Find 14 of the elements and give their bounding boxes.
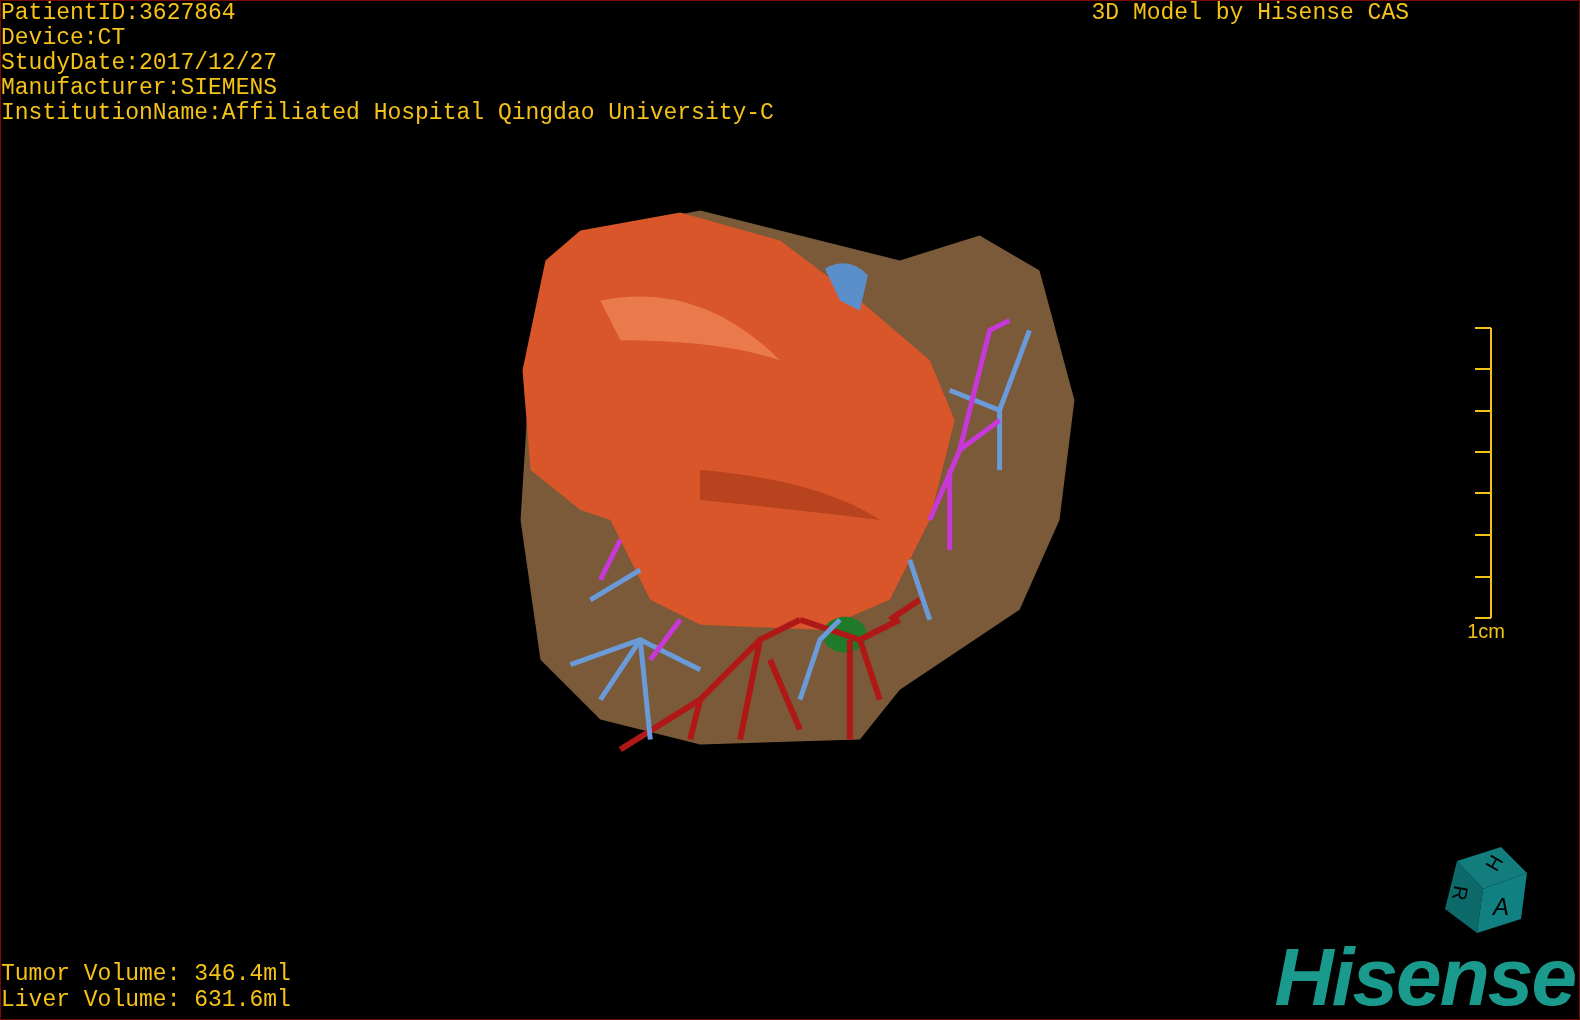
study-info-text: PatientID:3627864 (1, 1, 237, 26)
study-info-text: Manufacturer:SIEMENS (1, 76, 279, 101)
study-info-text: InstitutionName:Affiliated Hospital Qingdao University-C (1, 101, 774, 126)
study-info-text: StudyDate:2017/12/27 (1, 51, 279, 76)
orientation-cube[interactable]: H R A (1437, 843, 1529, 935)
study-info-text: Device:CT (1, 26, 127, 51)
brand-logo: Hisense (1274, 941, 1575, 1013)
cube-face-label: H (1481, 851, 1507, 875)
scale-label: 1cm (1467, 618, 1505, 643)
volume-text: Liver Volume: 631.6ml (1, 987, 291, 1013)
cube-face-label: R (1449, 884, 1472, 902)
cube-face-label: A (1493, 895, 1509, 919)
volume-text: Tumor Volume: 346.4ml (1, 961, 291, 987)
model-credit-text: 3D Model by Hisense CAS (1091, 1, 1409, 26)
